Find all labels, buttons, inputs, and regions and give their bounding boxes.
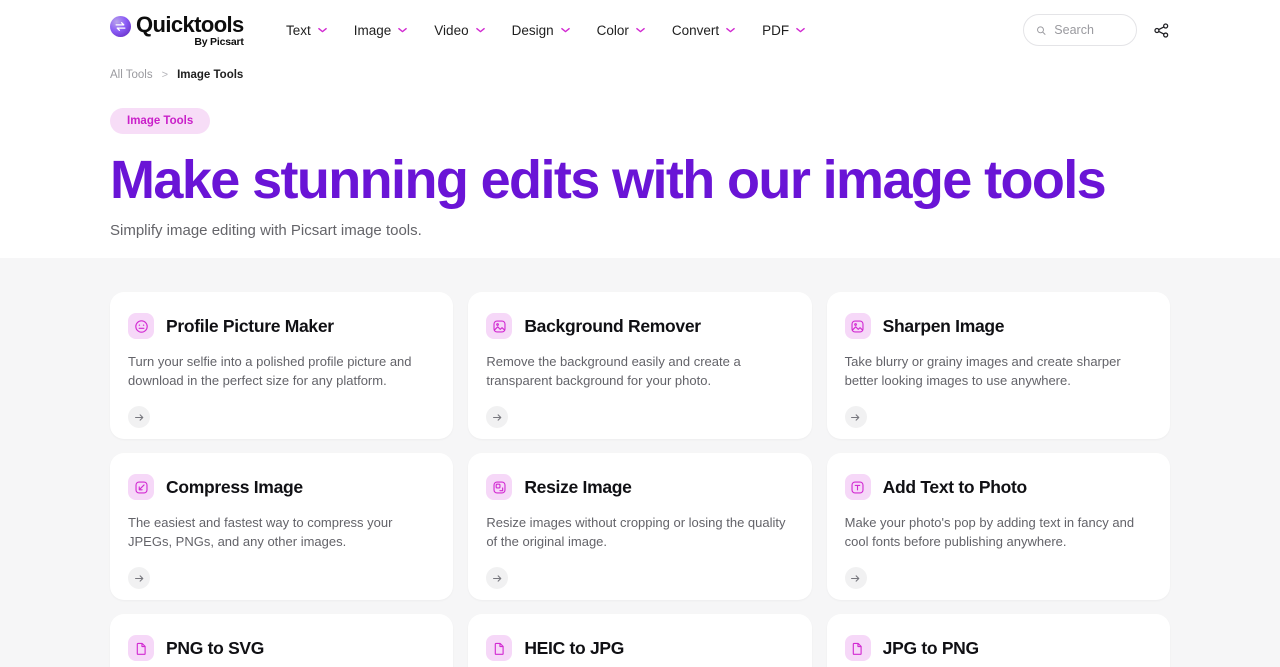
- arrow-right-icon[interactable]: [486, 406, 509, 428]
- nav-label: Video: [434, 22, 469, 38]
- share-icon[interactable]: [1153, 22, 1170, 39]
- tools-section: Profile Picture Maker Turn your selfie i…: [0, 258, 1280, 667]
- tool-card[interactable]: Profile Picture Maker Turn your selfie i…: [110, 292, 454, 439]
- tools-grid: Profile Picture Maker Turn your selfie i…: [110, 292, 1170, 667]
- tool-title: Background Remover: [524, 315, 701, 336]
- search-input[interactable]: [1054, 23, 1124, 37]
- tool-description: Resize images without cropping or losing…: [486, 515, 786, 549]
- main-nav: Text Image Video Design Color Convert PD…: [286, 23, 805, 38]
- text-box-icon: [844, 474, 871, 500]
- tool-description: Remove the background easily and create …: [486, 354, 741, 388]
- chevron-down-icon: [317, 27, 327, 33]
- nav-item-color[interactable]: Color: [597, 23, 645, 38]
- header-actions: [1023, 0, 1170, 60]
- nav-item-design[interactable]: Design: [512, 23, 570, 38]
- hero-section: All Tools > Image Tools Image Tools Make…: [0, 60, 1280, 258]
- tool-title: Sharpen Image: [882, 315, 1005, 336]
- logo-subtitle: By Picsart: [194, 35, 244, 48]
- tool-card[interactable]: Compress Image The easiest and fastest w…: [110, 453, 454, 600]
- tool-title: Profile Picture Maker: [166, 315, 334, 336]
- nav-label: Image: [353, 22, 392, 38]
- arrow-right-icon[interactable]: [128, 567, 150, 589]
- tool-card[interactable]: JPG to PNG This online JPG to PNG Conver…: [826, 614, 1170, 667]
- nav-label: Color: [596, 22, 629, 38]
- tool-title: Compress Image: [166, 476, 303, 497]
- breadcrumb-separator: >: [161, 69, 169, 81]
- breadcrumb: All Tools > Image Tools: [110, 60, 1170, 81]
- file-document-icon: [128, 635, 154, 661]
- chevron-down-icon: [398, 27, 408, 33]
- arrow-right-icon[interactable]: [486, 567, 509, 589]
- logo[interactable]: Quicktools By Picsart: [110, 13, 260, 48]
- nav-label: Design: [511, 22, 554, 38]
- arrow-right-icon[interactable]: [844, 567, 867, 589]
- tool-title: Resize Image: [524, 476, 632, 497]
- tool-card[interactable]: PNG to SVG Convert your PNG images into …: [110, 614, 454, 667]
- tool-card[interactable]: Resize Image Resize images without cropp…: [468, 453, 812, 600]
- chevron-down-icon: [475, 27, 485, 33]
- nav-item-image[interactable]: Image: [354, 23, 408, 38]
- nav-item-convert[interactable]: Convert: [672, 23, 735, 38]
- tool-card[interactable]: Add Text to Photo Make your photo's pop …: [826, 453, 1170, 600]
- search-icon: [1037, 25, 1046, 35]
- nav-label: Text: [286, 22, 311, 38]
- nav-item-text[interactable]: Text: [286, 23, 327, 38]
- page-subtitle: Simplify image editing with Picsart imag…: [110, 222, 422, 239]
- chevron-down-icon: [636, 27, 645, 33]
- chevron-down-icon: [796, 27, 805, 33]
- tool-card[interactable]: HEIC to JPG Convert HEIC photos to JPG i…: [468, 614, 812, 667]
- swap-arrows-icon: [110, 15, 131, 37]
- image-picture-icon: [486, 313, 513, 339]
- tool-title: PNG to SVG: [166, 637, 265, 658]
- chevron-down-icon: [560, 27, 570, 33]
- nav-label: PDF: [762, 22, 790, 38]
- tool-description: Make your photo's pop by adding text in …: [844, 515, 1135, 549]
- search-box[interactable]: [1023, 14, 1137, 46]
- tool-description: Turn your selfie into a polished profile…: [128, 354, 412, 388]
- page-title: Make stunning edits with our image tools: [110, 150, 1107, 210]
- tool-title: HEIC to JPG: [524, 637, 625, 658]
- arrow-right-icon[interactable]: [128, 406, 150, 428]
- nav-item-pdf[interactable]: PDF: [762, 23, 805, 38]
- breadcrumb-all-tools[interactable]: All Tools: [110, 69, 153, 81]
- resize-frame-icon: [486, 474, 513, 500]
- smiley-face-icon: [128, 313, 154, 339]
- category-badge: Image Tools: [110, 108, 211, 134]
- tool-card[interactable]: Background Remover Remove the background…: [468, 292, 812, 439]
- file-document-icon: [486, 635, 513, 661]
- site-header: Quicktools By Picsart Text Image Video D…: [0, 0, 1280, 60]
- image-picture-icon: [844, 313, 871, 339]
- breadcrumb-current: Image Tools: [177, 69, 244, 81]
- compress-arrow-icon: [128, 474, 154, 500]
- tool-title: Add Text to Photo: [882, 476, 1028, 497]
- arrow-right-icon[interactable]: [844, 406, 867, 428]
- tool-description: The easiest and fastest way to compress …: [128, 515, 393, 549]
- tool-title: JPG to PNG: [882, 637, 979, 658]
- chevron-down-icon: [726, 27, 735, 33]
- tool-description: Take blurry or grainy images and create …: [844, 354, 1121, 388]
- file-document-icon: [844, 635, 871, 661]
- nav-label: Convert: [671, 22, 720, 38]
- tool-card[interactable]: Sharpen Image Take blurry or grainy imag…: [826, 292, 1170, 439]
- logo-name: Quicktools: [136, 11, 244, 37]
- nav-item-video[interactable]: Video: [434, 22, 485, 38]
